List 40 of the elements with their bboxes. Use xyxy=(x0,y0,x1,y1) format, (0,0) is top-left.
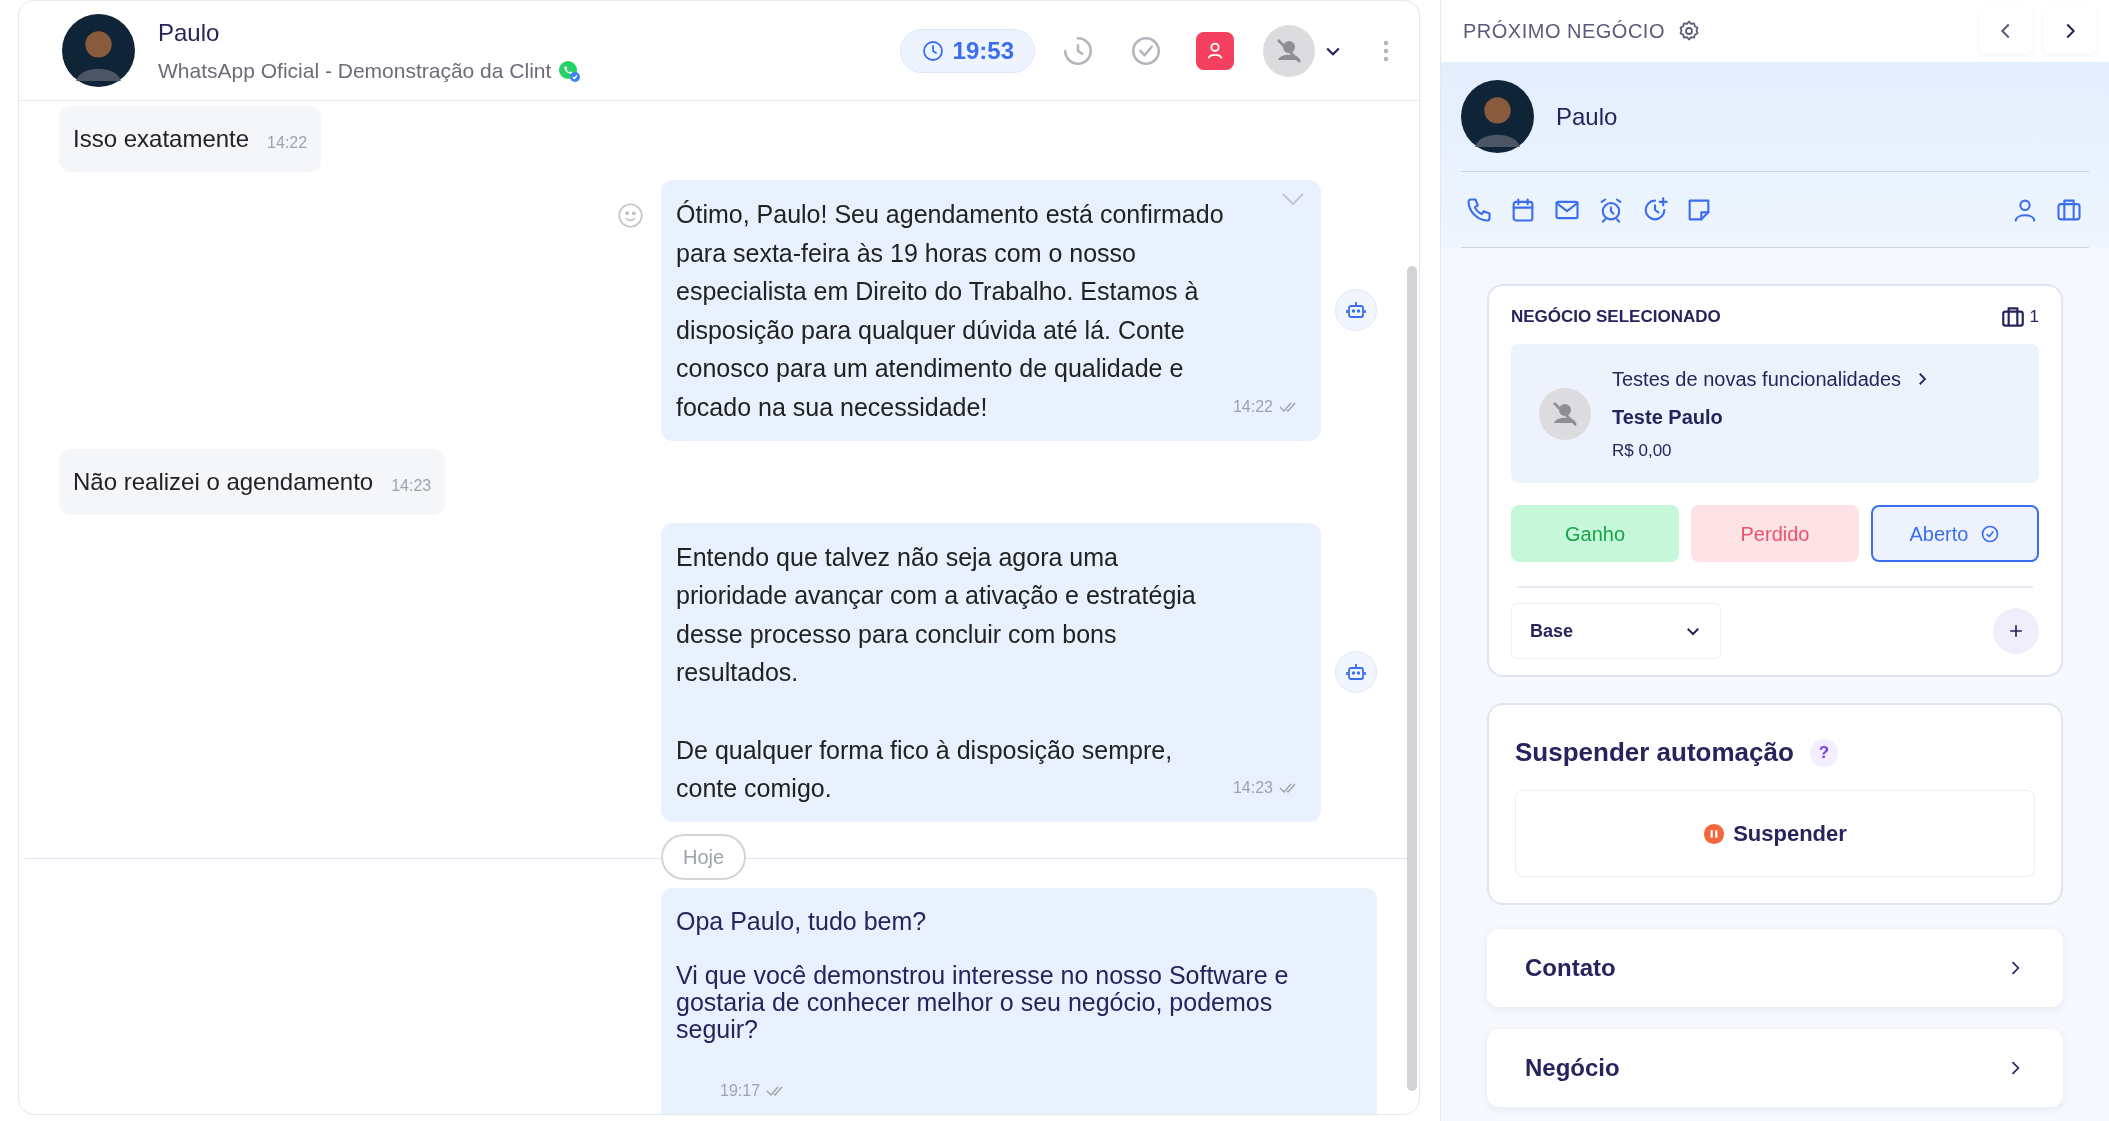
timer-text: 19:53 xyxy=(952,35,1014,66)
section-header[interactable]: Negócio xyxy=(1487,1029,2063,1107)
whatsapp-verified-icon xyxy=(557,58,582,83)
assign-user-button[interactable] xyxy=(1196,31,1234,70)
deal-item[interactable]: Testes de novas funcionalidades Teste Paulo R$ 0,00 xyxy=(1511,344,2039,483)
no-user-avatar[interactable] xyxy=(1263,24,1315,77)
clock-icon xyxy=(920,38,945,63)
panel-title: PRÓXIMO NEGÓCIO xyxy=(1463,19,1665,44)
contact-name: Paulo xyxy=(158,17,221,48)
section-header[interactable]: Contato xyxy=(1487,929,2063,1007)
scrollbar[interactable] xyxy=(1407,266,1417,1091)
contact-name: Paulo xyxy=(1556,101,1618,132)
briefcase-icon xyxy=(1999,304,2026,330)
message-text: Não realizei o agendamento xyxy=(73,466,374,497)
timer-badge[interactable]: 19:53 xyxy=(899,28,1035,73)
add-button[interactable] xyxy=(1993,608,2039,654)
message-time: 19:17 xyxy=(720,1080,761,1101)
channel-name: WhatsApp Oficial - Demonstração da Clint xyxy=(158,57,552,84)
message-text: Isso exatamente xyxy=(73,124,250,154)
message-time: 14:22 xyxy=(267,133,308,153)
deal-count: 1 xyxy=(2029,306,2039,329)
section-title: Suspender automação xyxy=(1515,736,1794,769)
stage-select[interactable]: Base xyxy=(1511,603,1721,659)
message-time: 14:22 xyxy=(1232,396,1273,417)
suspend-button[interactable]: Suspender xyxy=(1515,790,2035,877)
deal-name: Teste Paulo xyxy=(1612,404,1724,430)
deal-value: R$ 0,00 xyxy=(1612,439,1673,462)
no-user-avatar xyxy=(1539,387,1591,440)
message-time: 14:23 xyxy=(1232,777,1273,798)
message-text: Ótimo, Paulo! Seu agendamento está confirmado para sexta-feira às 19 horas com o nosso especialista em Direito do Trabalho. Estamos à disposição para qualquer dúvida até lá. Conte conosco para um atendimento de qualidade e focado na sua necessidade! xyxy=(676,199,1224,423)
pipeline-name: Testes de novas funcionalidades xyxy=(1612,366,1902,392)
section-title: NEGÓCIO SELECIONADO xyxy=(1511,306,1721,329)
status-button[interactable]: Aberto xyxy=(1871,505,2039,562)
message-time: 14:23 xyxy=(391,475,432,496)
help-icon[interactable]: ? xyxy=(1809,738,1838,767)
phone-icon[interactable] xyxy=(1465,195,1493,224)
message-text: Entendo que talvez não seja agora uma prioridade avançar com a ativação e estratégia desse processo para concluir com bons resultados. De qualquer forma fico à disposição sempre, conte comigo. xyxy=(676,541,1197,805)
check-circle-icon xyxy=(1980,523,2001,544)
pause-icon xyxy=(1703,822,1726,845)
message-text: Opa Paulo, tudo bem? Vi que você demonstrou interesse no nosso Software e gostaria de conhecer melhor o seu negócio, podemos seguir? xyxy=(676,907,1290,1043)
